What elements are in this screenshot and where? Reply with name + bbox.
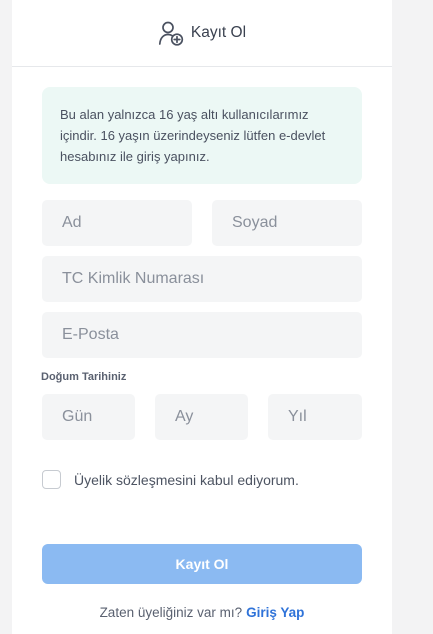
register-button[interactable]: Kayıt Ol xyxy=(42,544,362,584)
birthdate-label: Doğum Tarihiniz xyxy=(41,371,127,383)
agreement-checkbox[interactable] xyxy=(42,470,61,489)
register-header: Kayıt Ol xyxy=(12,0,392,67)
birth-year-input[interactable] xyxy=(268,394,362,440)
register-card: Kayıt Ol Bu alan yalnızca 16 yaş altı ku… xyxy=(12,0,392,634)
login-prompt-text: Zaten üyeliğiniz var mı? xyxy=(99,605,243,620)
page-title: Kayıt Ol xyxy=(190,24,247,41)
birth-month-input[interactable] xyxy=(155,394,248,440)
age-notice: Bu alan yalnızca 16 yaş altı kullanıcıla… xyxy=(42,87,362,184)
birth-day-input[interactable] xyxy=(42,394,135,440)
agreement-checkbox-row[interactable]: Üyelik sözleşmesini kabul ediyorum. xyxy=(42,470,299,489)
login-link[interactable]: Giriş Yap xyxy=(246,605,304,620)
first-name-input[interactable] xyxy=(42,200,192,246)
user-add-icon xyxy=(158,21,184,46)
agreement-label: Üyelik sözleşmesini kabul ediyorum. xyxy=(74,471,299,488)
email-input[interactable] xyxy=(42,312,362,358)
tc-id-input[interactable] xyxy=(42,256,362,302)
login-prompt: Zaten üyeliğiniz var mı? Giriş Yap xyxy=(12,605,392,620)
last-name-input[interactable] xyxy=(212,200,362,246)
